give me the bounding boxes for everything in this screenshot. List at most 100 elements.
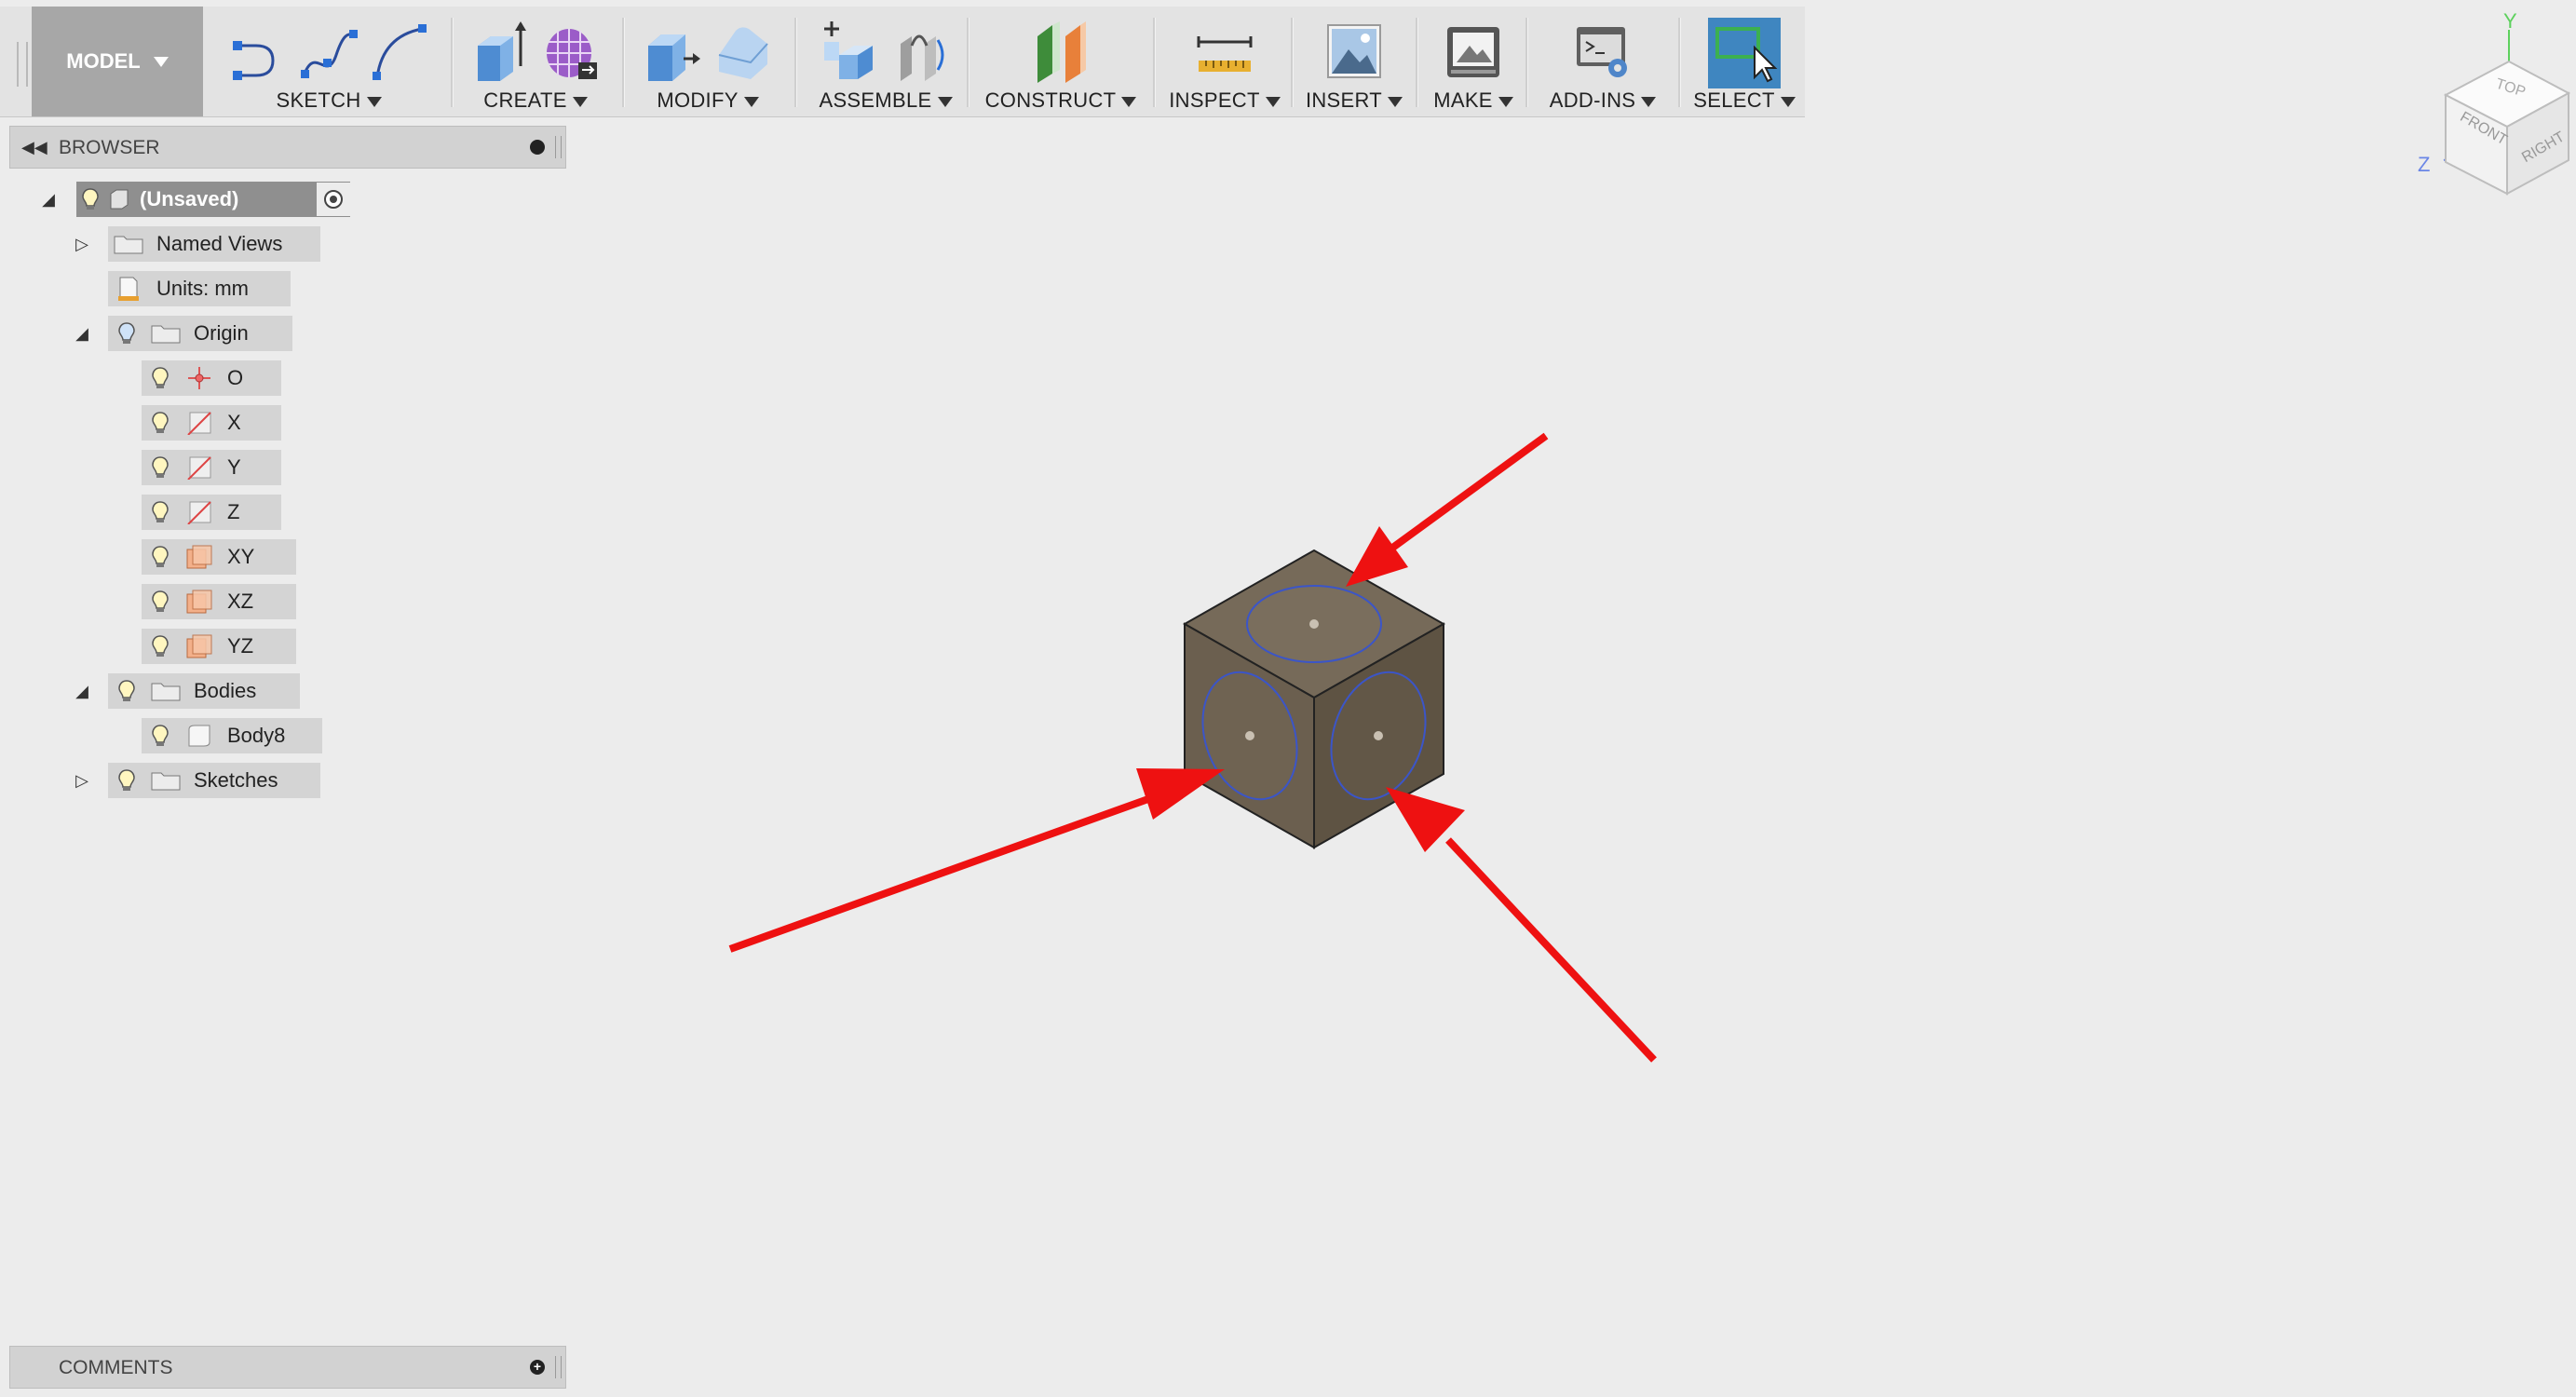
chevron-down-icon [1780, 96, 1796, 107]
arc-sketch-icon[interactable] [370, 18, 429, 83]
expand-triangle-icon[interactable]: ▷ [73, 235, 91, 253]
units-document-icon [108, 275, 149, 303]
chevron-down-icon [1388, 96, 1403, 107]
select-label: SELECT [1693, 88, 1775, 112]
x-axis-node[interactable]: X [142, 405, 281, 441]
comments-header[interactable]: COMMENTS + [9, 1346, 566, 1389]
chevron-down-icon [1121, 96, 1137, 107]
make-group[interactable]: MAKE [1421, 7, 1525, 116]
insert-group[interactable]: INSERT [1296, 7, 1412, 116]
construct-group[interactable]: CONSTRUCT [972, 7, 1149, 116]
activate-radio-icon[interactable] [317, 183, 350, 216]
press-pull-icon[interactable] [643, 18, 702, 83]
origin-item-label: XY [227, 545, 255, 568]
sketch-group[interactable]: SKETCH [212, 7, 445, 116]
body-node[interactable]: Body8 [142, 718, 322, 753]
browser-title: BROWSER [59, 137, 160, 158]
hole-center-point [1309, 619, 1319, 629]
workspace-switcher-button[interactable]: MODEL [32, 7, 203, 116]
addins-label: ADD-INS [1549, 88, 1636, 112]
units-label: Units: mm [156, 277, 249, 300]
make-label: MAKE [1433, 88, 1493, 112]
extrude-icon[interactable] [470, 18, 530, 83]
folder-icon [145, 319, 186, 347]
line-sketch-icon[interactable] [228, 18, 288, 83]
lightbulb-icon[interactable] [142, 454, 179, 481]
toolbar-divider [794, 18, 797, 107]
lightbulb-icon[interactable] [108, 319, 145, 347]
z-axis-node[interactable]: Z [142, 495, 281, 530]
annotation-arrow-shaft [1389, 432, 1549, 552]
construct-label: CONSTRUCT [984, 88, 1117, 112]
lightbulb-icon[interactable] [76, 185, 104, 213]
expand-triangle-icon[interactable]: ▷ [73, 771, 91, 790]
yz-plane-node[interactable]: YZ [142, 629, 296, 664]
fillet-icon[interactable] [713, 18, 773, 83]
offset-plane-icon[interactable] [1028, 18, 1093, 83]
joint-icon[interactable] [891, 18, 951, 83]
lightbulb-icon[interactable] [142, 588, 179, 616]
modify-group[interactable]: MODIFY [628, 7, 788, 116]
origin-point-node[interactable]: O [142, 360, 281, 396]
xz-plane-node[interactable]: XZ [142, 584, 296, 619]
origin-item-label: O [227, 366, 244, 389]
panel-resize-grip[interactable] [555, 136, 562, 158]
create-group[interactable]: CREATE [456, 7, 615, 116]
toolbar-divider [1678, 18, 1681, 107]
collapse-triangle-icon[interactable]: ◢ [73, 682, 91, 700]
main-toolbar: MODEL SKETCH CREATE MODIFY ASSEMBLE CONS… [0, 7, 1805, 117]
select-group[interactable]: SELECT [1684, 7, 1805, 116]
inspect-group[interactable]: INSPECT [1159, 7, 1291, 116]
measure-icon[interactable] [1195, 18, 1254, 83]
folder-icon [145, 766, 186, 794]
lightbulb-icon[interactable] [142, 632, 179, 660]
folder-icon [108, 230, 149, 258]
add-comment-icon[interactable]: + [530, 1360, 545, 1375]
collapse-triangle-icon[interactable]: ◢ [73, 324, 91, 343]
chevron-down-icon [937, 96, 953, 107]
collapse-panel-icon[interactable]: ◀◀ [21, 138, 47, 157]
form-mesh-icon[interactable] [541, 18, 601, 83]
toolbar-grip[interactable] [17, 42, 28, 87]
collapse-triangle-icon[interactable]: ◢ [39, 190, 58, 209]
assemble-group[interactable]: ASSEMBLE [799, 7, 972, 116]
lightbulb-icon[interactable] [142, 498, 179, 526]
new-component-icon[interactable] [820, 18, 880, 83]
lightbulb-icon[interactable] [108, 766, 145, 794]
lightbulb-icon[interactable] [108, 677, 145, 705]
lightbulb-icon[interactable] [142, 364, 179, 392]
scripts-addins-icon[interactable] [1573, 18, 1633, 83]
chevron-down-icon [153, 56, 169, 67]
lightbulb-icon[interactable] [142, 409, 179, 437]
insert-image-icon[interactable] [1324, 18, 1384, 83]
panel-resize-grip[interactable] [555, 1356, 562, 1378]
units-node[interactable]: Units: mm [108, 271, 291, 306]
toolbar-divider [1291, 18, 1294, 107]
toolbar-divider [622, 18, 625, 107]
origin-node[interactable]: Origin [108, 316, 292, 351]
sketches-node[interactable]: Sketches [108, 763, 320, 798]
origin-point-icon [179, 364, 220, 392]
create-label: CREATE [483, 88, 567, 112]
spline-sketch-icon[interactable] [299, 18, 359, 83]
select-window-icon[interactable] [1708, 18, 1781, 88]
chevron-down-icon [1265, 96, 1281, 107]
chevron-down-icon [572, 96, 588, 107]
pin-icon[interactable] [530, 140, 545, 155]
lightbulb-icon[interactable] [142, 722, 179, 750]
xy-plane-node[interactable]: XY [142, 539, 296, 575]
bodies-node[interactable]: Bodies [108, 673, 300, 709]
bodies-label: Bodies [194, 679, 257, 702]
browser-header[interactable]: ◀◀ BROWSER [9, 126, 566, 169]
3d-viewport: Y Z TOP FRONT RIGHT [728, 9, 2571, 1063]
y-axis-node[interactable]: Y [142, 450, 281, 485]
view-cube[interactable]: Y Z TOP FRONT RIGHT [2418, 9, 2571, 196]
named-views-node[interactable]: Named Views [108, 226, 320, 262]
origin-item-label: XZ [227, 590, 254, 613]
browser-root-node[interactable]: (Unsaved) [76, 182, 350, 217]
3d-print-icon[interactable] [1444, 18, 1503, 83]
addins-group[interactable]: ADD-INS [1531, 7, 1674, 116]
lightbulb-icon[interactable] [142, 543, 179, 571]
toolbar-divider [1153, 18, 1156, 107]
toolbar-divider [1416, 18, 1418, 107]
